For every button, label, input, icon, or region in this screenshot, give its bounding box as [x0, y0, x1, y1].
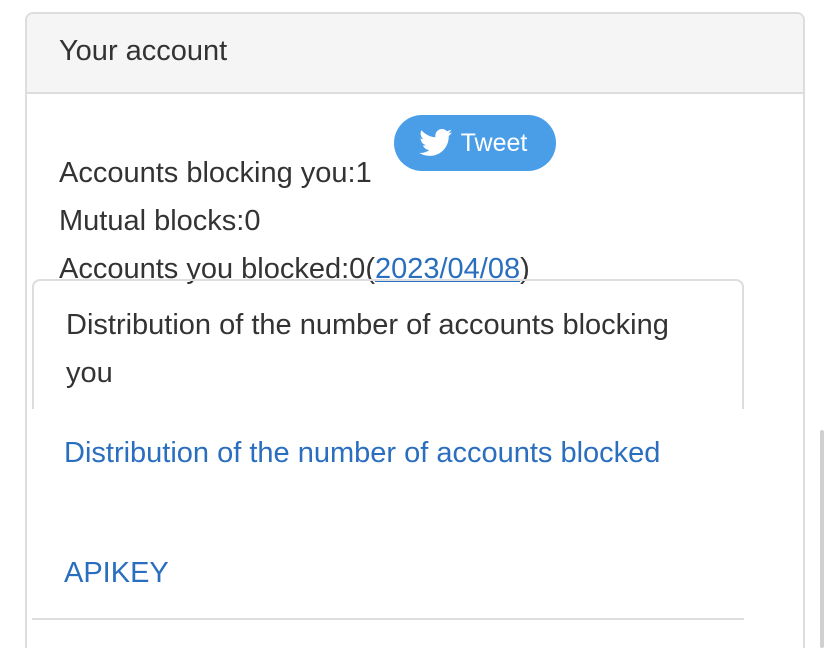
mutual-blocks-value: 0 — [244, 205, 261, 237]
list-divider — [32, 618, 744, 620]
mutual-blocks-stat: Mutual blocks:0 — [59, 204, 261, 238]
distribution-menu: Distribution of the number of accounts b… — [32, 279, 744, 607]
mutual-blocks-label: Mutual blocks: — [59, 205, 245, 237]
menu-item-blocking-you[interactable]: Distribution of the number of accounts b… — [32, 279, 744, 409]
menu-item-blocked[interactable]: Distribution of the number of accounts b… — [32, 429, 744, 545]
blocking-you-label: Accounts blocking you: — [59, 157, 356, 189]
menu-item-apikey[interactable]: APIKEY — [32, 545, 744, 607]
blocking-you-stat: Accounts blocking you:1 — [59, 156, 372, 190]
panel-heading: Your account — [27, 14, 803, 94]
twitter-bird-icon — [418, 129, 452, 156]
panel-title: Your account — [59, 34, 228, 67]
scrollbar[interactable] — [820, 430, 824, 648]
tweet-button-label: Tweet — [460, 128, 528, 157]
tweet-button[interactable]: Tweet — [394, 115, 556, 171]
page: Your account Accounts blocking you:1 Mut… — [0, 0, 828, 648]
blocking-you-value: 1 — [355, 157, 372, 189]
